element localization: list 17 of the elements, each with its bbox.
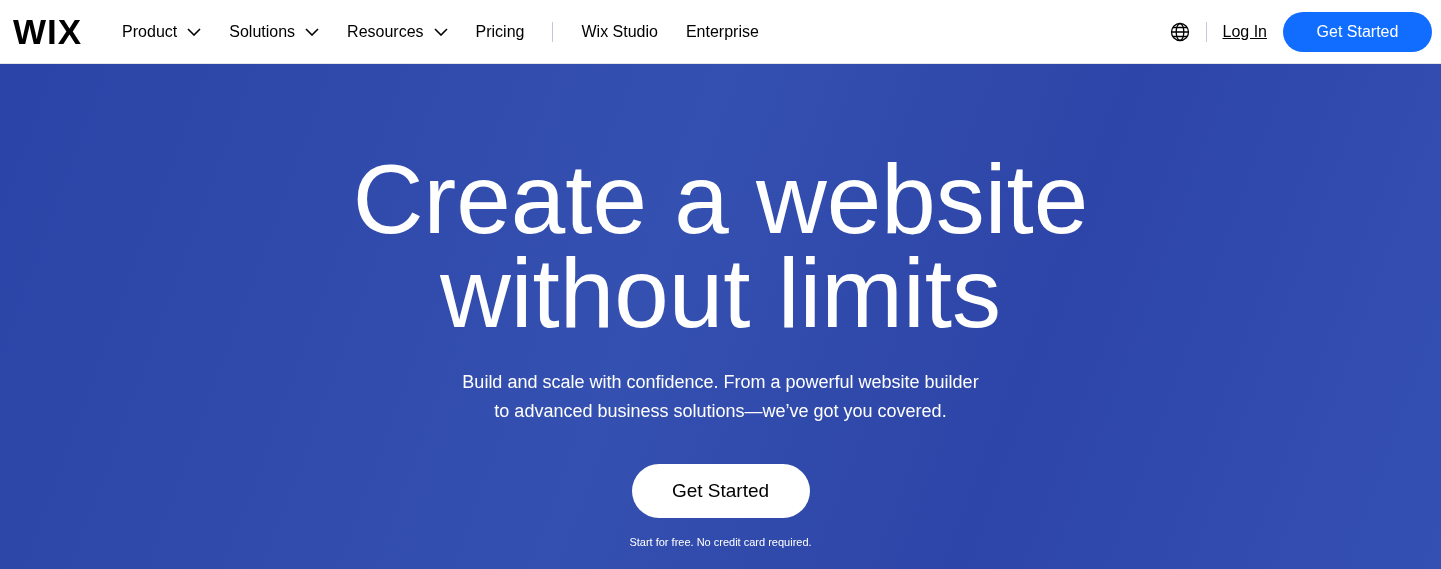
disclaimer-text: Start for free. No credit card required. [629, 536, 812, 548]
chevron-down-icon [187, 27, 202, 36]
nav-link[interactable]: Solutions [229, 22, 320, 41]
chevron-down-icon [305, 27, 320, 36]
nav-link[interactable]: Pricing [475, 22, 525, 41]
get-started-button[interactable]: Get Started [631, 464, 810, 518]
nav-link[interactable]: Product [122, 22, 202, 41]
wix-logo[interactable]: WIX [13, 14, 83, 49]
headline: Create a website without limits [352, 152, 1089, 340]
nav-link[interactable]: Wix Studio [581, 22, 658, 41]
nav-link[interactable]: Enterprise [685, 22, 759, 41]
get-started-button[interactable]: Get Started [1283, 11, 1432, 52]
globe-icon[interactable] [1169, 21, 1190, 42]
subtitle: Build and scale with confidence. From a powerful website builder to advanced business solutions—we’ve got you covered. [462, 371, 979, 423]
login-link[interactable]: Log In [1222, 22, 1267, 41]
chevron-down-icon [433, 27, 448, 36]
nav-link[interactable]: Resources [347, 22, 448, 41]
